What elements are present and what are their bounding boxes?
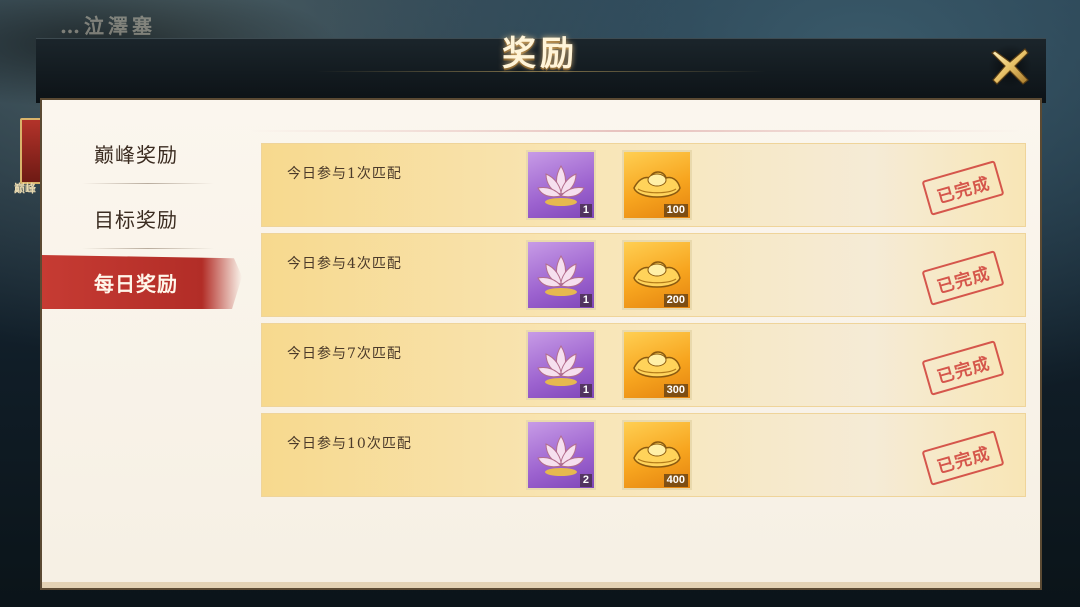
close-button[interactable] bbox=[984, 40, 1036, 92]
window-title: 奖励 bbox=[502, 34, 578, 74]
reward-item-lotus[interactable]: 1 bbox=[526, 330, 596, 400]
item-quantity: 200 bbox=[663, 294, 688, 307]
item-quantity: 100 bbox=[663, 204, 688, 217]
reward-item-gold-ingot[interactable]: 400 bbox=[622, 420, 692, 490]
task-label: 今日参与7次匹配 bbox=[287, 346, 402, 362]
reward-row: 今日参与4次匹配 1 200 已完成 bbox=[261, 233, 1026, 317]
item-quantity: 300 bbox=[663, 384, 688, 397]
task-label: 今日参与10次匹配 bbox=[287, 436, 412, 452]
task-label: 今日参与1次匹配 bbox=[287, 166, 402, 182]
item-quantity: 1 bbox=[579, 204, 592, 217]
completed-stamp: 已完成 bbox=[921, 250, 1005, 306]
tab-goal-rewards[interactable]: 目标奖励 bbox=[42, 190, 242, 246]
reward-item-gold-ingot[interactable]: 100 bbox=[622, 150, 692, 220]
tab-peak-rewards[interactable]: 巅峰奖励 bbox=[42, 125, 242, 181]
item-quantity: 2 bbox=[579, 474, 592, 487]
reward-panel: 巅峰奖励 目标奖励 每日奖励 今日参与1次匹配 1 100 已完成 今日参与4次… bbox=[42, 100, 1040, 588]
tab-label: 每日奖励 bbox=[94, 271, 178, 296]
tab-divider bbox=[82, 248, 214, 249]
item-quantity: 1 bbox=[579, 384, 592, 397]
completed-stamp: 已完成 bbox=[921, 430, 1005, 486]
task-label: 今日参与4次匹配 bbox=[287, 256, 402, 272]
item-quantity: 400 bbox=[663, 474, 688, 487]
completed-stamp: 已完成 bbox=[921, 160, 1005, 216]
tab-label: 巅峰奖励 bbox=[94, 142, 178, 167]
panel-divider bbox=[250, 130, 1020, 132]
reward-item-gold-ingot[interactable]: 300 bbox=[622, 330, 692, 400]
item-quantity: 1 bbox=[579, 294, 592, 307]
completed-stamp: 已完成 bbox=[921, 340, 1005, 396]
tab-divider bbox=[82, 183, 214, 184]
reward-row: 今日参与7次匹配 1 300 已完成 bbox=[261, 323, 1026, 407]
reward-item-gold-ingot[interactable]: 200 bbox=[622, 240, 692, 310]
close-icon bbox=[991, 48, 1029, 85]
tab-label: 目标奖励 bbox=[94, 207, 178, 232]
reward-item-lotus[interactable]: 1 bbox=[526, 240, 596, 310]
reward-item-lotus[interactable]: 1 bbox=[526, 150, 596, 220]
tab-daily-rewards[interactable]: 每日奖励 bbox=[42, 255, 242, 309]
reward-item-lotus[interactable]: 2 bbox=[526, 420, 596, 490]
reward-row: 今日参与1次匹配 1 100 已完成 bbox=[261, 143, 1026, 227]
reward-row: 今日参与10次匹配 2 400 已完成 bbox=[261, 413, 1026, 497]
